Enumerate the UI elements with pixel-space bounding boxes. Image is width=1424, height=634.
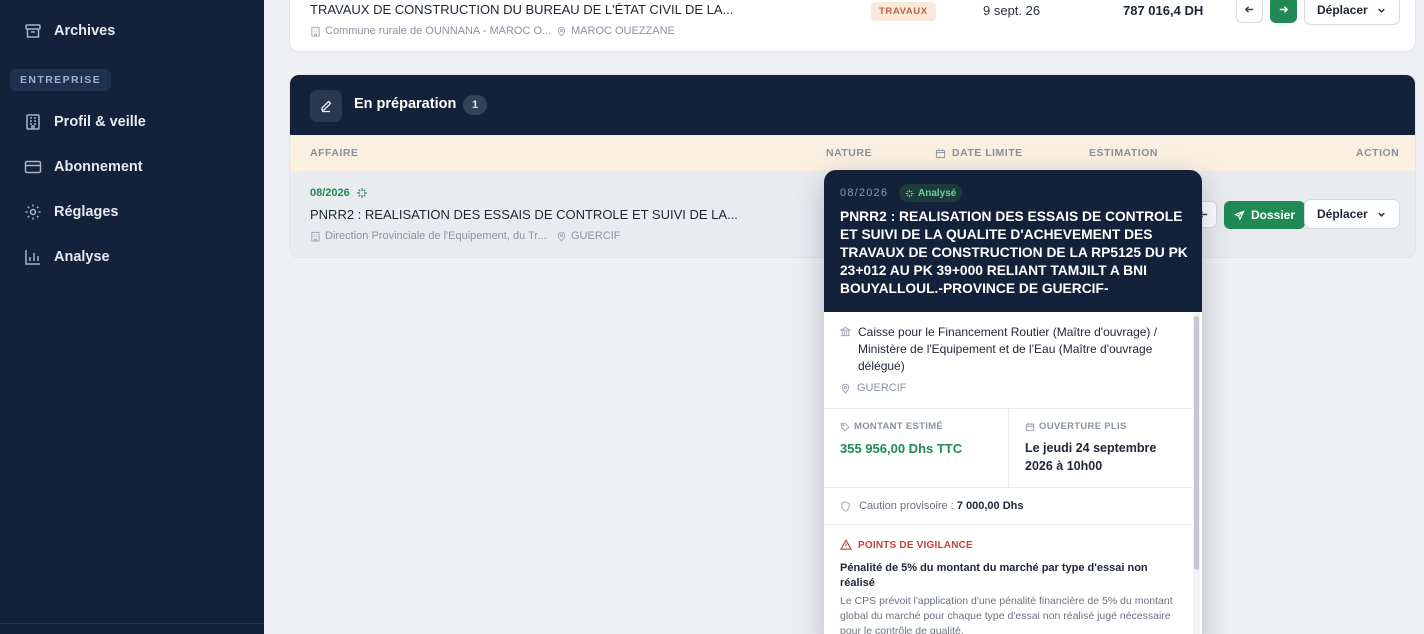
affaire-title[interactable]: PNRR2 : REALISATION DES ESSAIS DE CONTRO… (310, 207, 738, 222)
move-back-button[interactable] (1236, 0, 1263, 23)
archive-icon (24, 22, 42, 40)
affaire-buyer: Direction Provinciale de l'Equipement, d… (310, 230, 547, 242)
warning-icon (840, 539, 852, 550)
column-title: En préparation (354, 96, 457, 112)
calendar-icon (935, 148, 946, 158)
key-figures-section: MONTANT ESTIMÉ 355 956,00 Dhs TTC OUVERT… (824, 409, 1194, 488)
affaire-location: MAROC OUEZZANE (556, 25, 675, 37)
gear-icon (24, 203, 42, 221)
arrow-right-icon (1279, 6, 1289, 13)
montant-label: MONTANT ESTIMÉ (840, 421, 943, 432)
ouverture-label: OUVERTURE PLIS (1025, 421, 1127, 432)
status-badge: Analysé (899, 184, 963, 202)
organization-section: Caisse pour le Financement Routier (Maît… (824, 312, 1194, 409)
building-icon (311, 231, 320, 242)
sidebar-item-abonnement[interactable]: Abonnement (24, 156, 143, 178)
sparkle-icon (356, 188, 367, 198)
caution-label: Caution provisoire : (859, 500, 954, 512)
building-icon (24, 113, 42, 131)
pin-icon (841, 383, 850, 394)
sidebar-item-analyse[interactable]: Analyse (24, 246, 110, 268)
pen-icon (310, 90, 342, 122)
organization-location: GUERCIF (840, 382, 907, 394)
ouverture-value: Le jeudi 24 septembre 2026 à 10h00 (1025, 441, 1157, 473)
sidebar-item-archives[interactable]: Archives (24, 20, 115, 42)
sidebar-item-label: Abonnement (54, 159, 143, 175)
move-dropdown-button[interactable]: Déplacer (1304, 199, 1400, 229)
sidebar-item-profil[interactable]: Profil & veille (24, 111, 146, 133)
sidebar-divider (0, 623, 264, 624)
move-dropdown-button[interactable]: Déplacer (1304, 0, 1400, 25)
column-header: En préparation 1 (290, 75, 1415, 135)
table-header: AFFAIRE NATURE DATE LIMITE ESTIMATION AC… (290, 135, 1415, 171)
affaire-buyer: Commune rurale de OUNNANA - MAROC O... (310, 25, 551, 37)
affaire-ref: 08/2026 (310, 187, 368, 199)
arrow-left-icon (1244, 6, 1254, 13)
pin-icon (557, 26, 566, 37)
vigilance-label: POINTS DE VIGILANCE (840, 539, 973, 551)
date-limite: 9 sept. 26 (983, 3, 1041, 18)
affaire-location: GUERCIF (556, 230, 621, 242)
count-badge: 1 (463, 95, 487, 115)
sidebar-item-label: Réglages (54, 204, 119, 220)
vigilance-title: Pénalité de 5% du montant du marché par … (840, 562, 1148, 589)
calendar-icon (1025, 422, 1035, 431)
chevron-down-icon (1377, 212, 1385, 217)
bank-icon (840, 326, 851, 337)
col-affaire: AFFAIRE (310, 147, 359, 159)
sidebar-item-label: Archives (54, 23, 116, 39)
caution-value: 7 000,00 Dhs (956, 500, 1024, 512)
estimation-amount: 787 016,4 DH (1123, 3, 1204, 18)
affaire-card-travaux: TRAVAUX DE CONSTRUCTION DU BUREAU DE L'É… (289, 0, 1416, 52)
popover-body: Caisse pour le Financement Routier (Maît… (824, 312, 1194, 634)
building-icon (311, 26, 320, 37)
col-date-limite: DATE LIMITE (935, 147, 1023, 159)
col-nature: NATURE (826, 147, 872, 159)
shield-icon (841, 500, 850, 512)
caution-section: Caution provisoire : 7 000,00 Dhs (824, 488, 1194, 525)
sparkle-icon (905, 189, 914, 197)
affaire-popover: 08/2026 Analysé PNRR2 : REALISATION DES … (824, 170, 1202, 634)
col-action: ACTION (1356, 147, 1400, 159)
column-divider (1008, 409, 1009, 488)
chevron-down-icon (1377, 8, 1385, 13)
chart-icon (24, 248, 42, 266)
sidebar-item-reglages[interactable]: Réglages (24, 201, 118, 223)
nature-badge: TRAVAUX (871, 2, 936, 21)
pin-icon (557, 231, 566, 242)
popover-header: 08/2026 Analysé PNRR2 : REALISATION DES … (824, 170, 1202, 312)
sidebar-item-label: Analyse (54, 249, 110, 265)
popover-scrollbar-thumb[interactable] (1194, 316, 1199, 570)
dossier-button[interactable]: Dossier (1224, 201, 1306, 229)
section-label-entreprise: ENTREPRISE (10, 69, 112, 91)
affaire-title[interactable]: TRAVAUX DE CONSTRUCTION DU BUREAU DE L'É… (310, 2, 733, 17)
popover-title: PNRR2 : REALISATION DES ESSAIS DE CONTRO… (840, 209, 1188, 296)
move-forward-button[interactable] (1270, 0, 1297, 23)
col-estimation: ESTIMATION (1089, 147, 1158, 159)
sidebar: Archives ENTREPRISE Profil & veille Abon… (0, 0, 264, 634)
organization-name: Caisse pour le Financement Routier (Maît… (858, 325, 1158, 373)
send-icon (1234, 209, 1245, 221)
vigilance-section: POINTS DE VIGILANCE Pénalité de 5% du mo… (824, 525, 1194, 634)
card-icon (24, 158, 42, 176)
popover-ref: 08/2026 (840, 187, 889, 199)
tag-icon (840, 422, 850, 431)
montant-value: 355 956,00 Dhs TTC (840, 441, 963, 456)
sidebar-item-label: Profil & veille (54, 114, 146, 130)
vigilance-text: Le CPS prévoit l'application d'une pénal… (840, 595, 1173, 634)
